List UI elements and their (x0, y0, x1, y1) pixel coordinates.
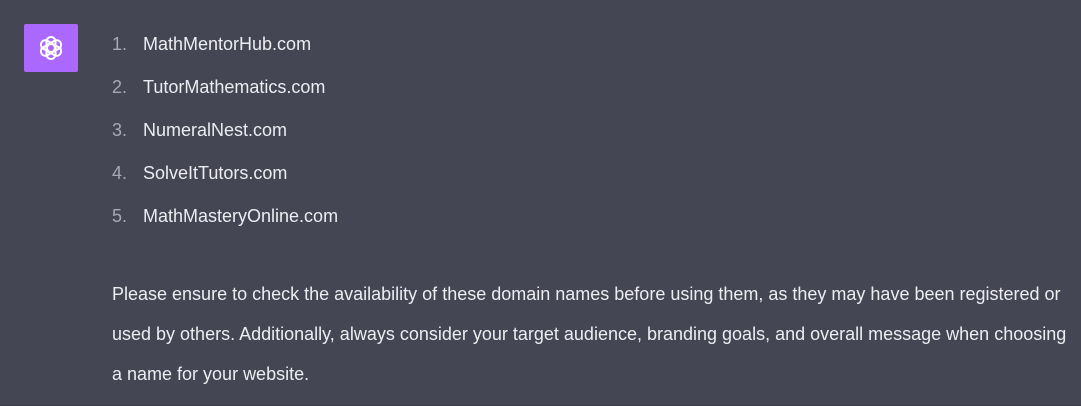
assistant-avatar (24, 24, 78, 72)
openai-logo-icon (39, 36, 63, 60)
message-content: 1. MathMentorHub.com 2. TutorMathematics… (112, 30, 1066, 394)
list-item-text: NumeralNest.com (143, 120, 288, 140)
list-item: 1. MathMentorHub.com (112, 30, 1062, 73)
domain-name-list: 1. MathMentorHub.com 2. TutorMathematics… (112, 30, 1062, 245)
list-item: 3. NumeralNest.com (112, 116, 1062, 159)
list-item-number: 1. (112, 34, 128, 54)
list-item-text: SolveItTutors.com (143, 163, 288, 183)
list-item-text: MathMasteryOnline.com (143, 206, 339, 226)
list-item-text: MathMentorHub.com (143, 34, 312, 54)
list-item: 5. MathMasteryOnline.com (112, 202, 1062, 245)
list-item-number: 2. (112, 77, 128, 97)
list-item: 4. SolveItTutors.com (112, 159, 1062, 202)
list-item: 2. TutorMathematics.com (112, 73, 1062, 116)
message-paragraph: Please ensure to check the availability … (112, 284, 1067, 384)
list-item-number: 4. (112, 163, 128, 183)
list-item-number: 3. (112, 120, 128, 140)
list-item-number: 5. (112, 206, 128, 226)
assistant-message: 1. MathMentorHub.com 2. TutorMathematics… (0, 0, 1081, 406)
list-item-text: TutorMathematics.com (143, 77, 326, 97)
